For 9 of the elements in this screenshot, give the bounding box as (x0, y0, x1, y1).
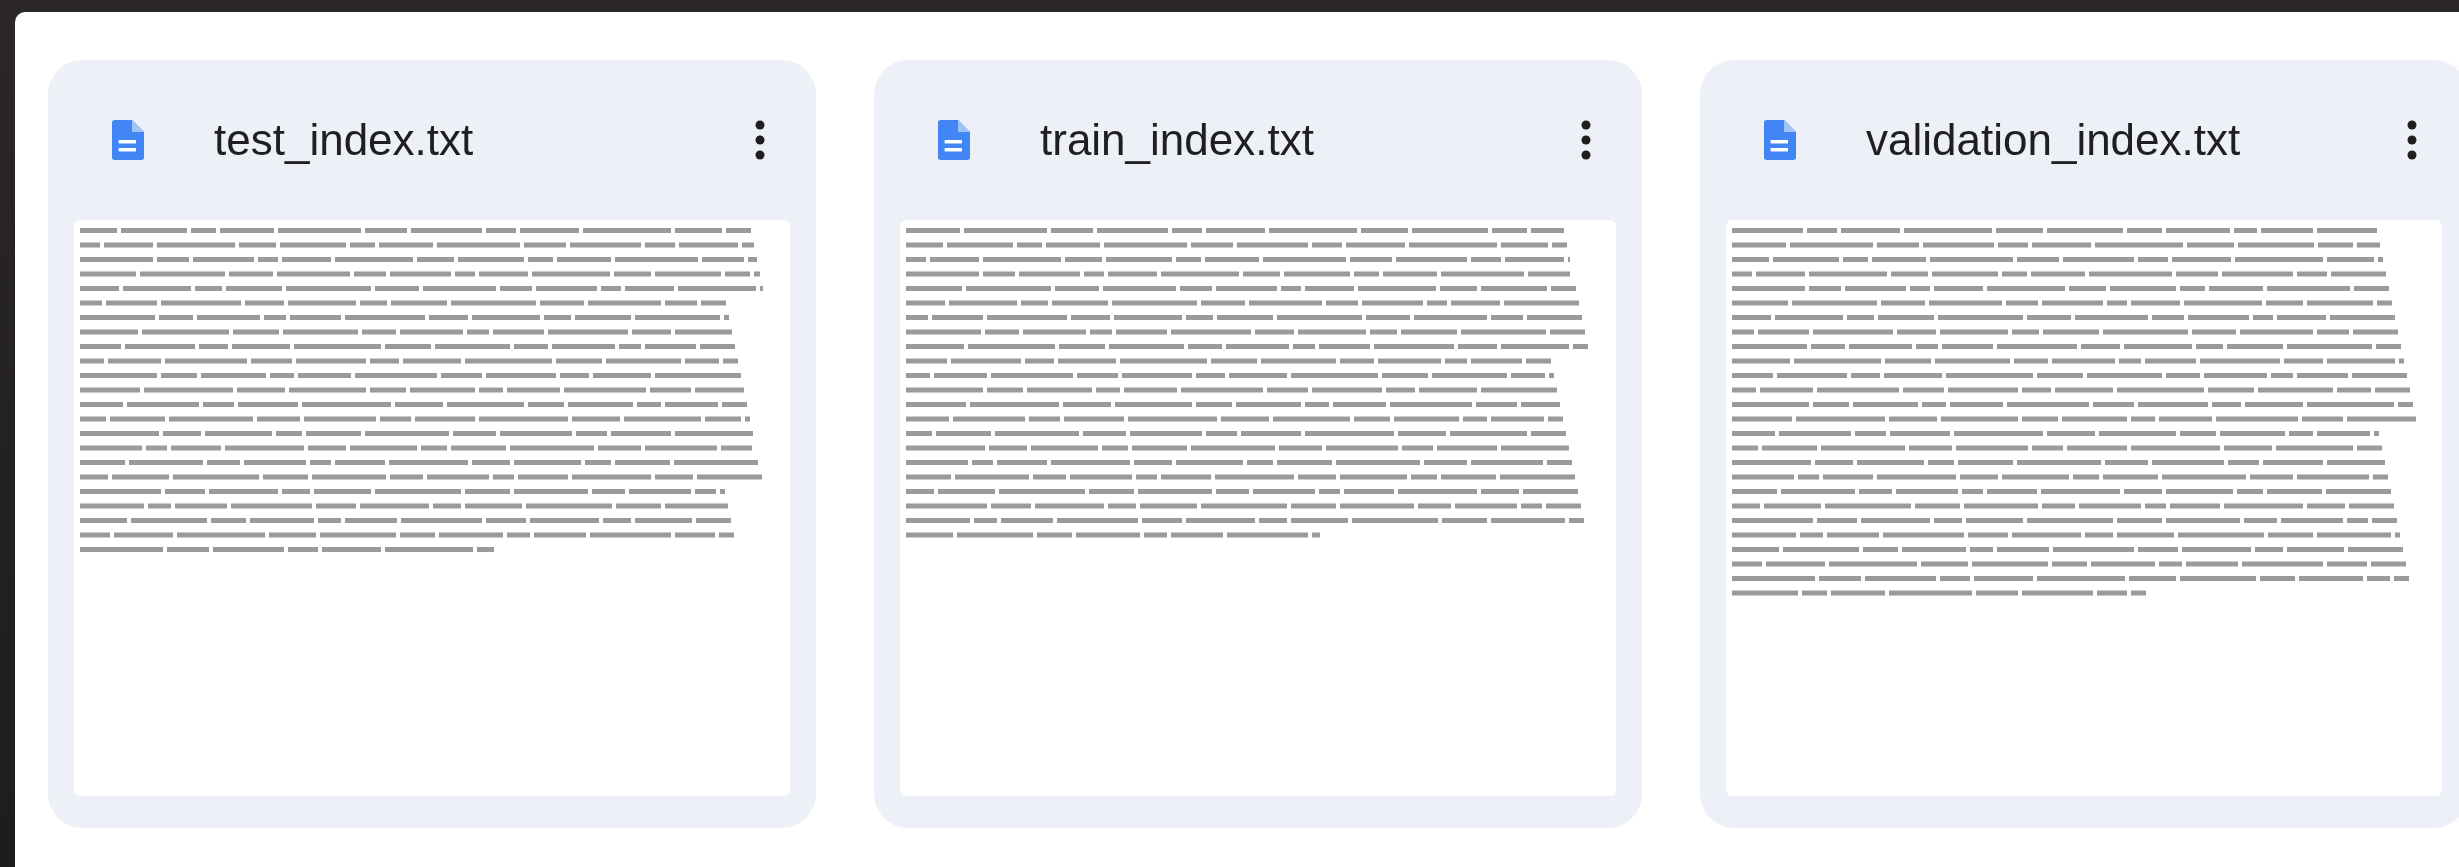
file-name: train_index.txt (1040, 115, 1315, 165)
document-icon (112, 120, 144, 160)
file-card[interactable]: validation_index.txt (1700, 60, 2459, 828)
document-icon (1764, 120, 1796, 160)
file-name: validation_index.txt (1866, 115, 2242, 165)
file-name: test_index.txt (214, 115, 475, 165)
file-card[interactable]: test_index.txt (48, 60, 816, 828)
document-icon (938, 120, 970, 160)
file-card[interactable]: train_index.txt (874, 60, 1642, 828)
